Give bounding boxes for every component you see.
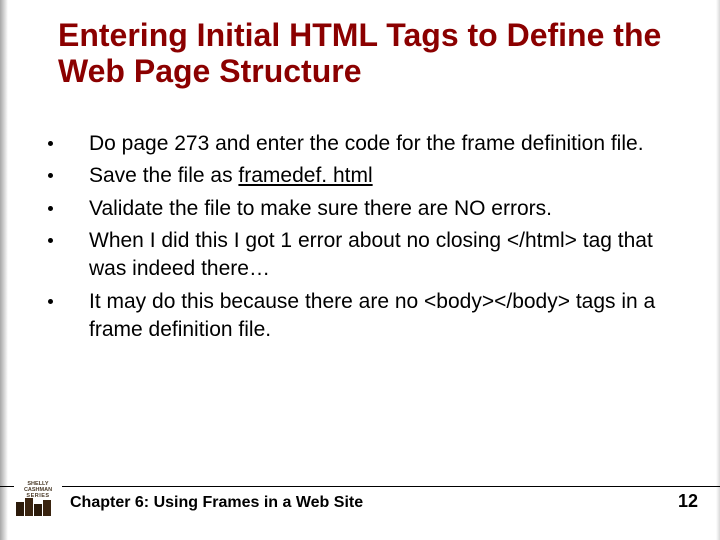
slide-title: Entering Initial HTML Tags to Define the…	[58, 18, 680, 90]
footer: SHELLY CASHMAN SERIES Chapter 6: Using F…	[0, 492, 720, 522]
bullet-icon	[48, 141, 53, 146]
right-shadow	[716, 0, 720, 540]
bullet-pre: Validate the file to make sure there are…	[89, 197, 552, 220]
left-shadow	[0, 0, 8, 540]
series-logo-icon: SHELLY CASHMAN SERIES	[14, 478, 62, 518]
bullet-item: Validate the file to make sure there are…	[48, 195, 680, 223]
bullet-icon	[48, 299, 53, 304]
bullet-pre: Do page 273 and enter the code for the f…	[89, 132, 644, 155]
footer-divider	[0, 486, 720, 487]
bullet-text: When I did this I got 1 error about no c…	[71, 227, 680, 284]
bullet-text: It may do this because there are no <bod…	[71, 288, 680, 345]
bullet-text: Save the file as framedef. html	[71, 162, 680, 190]
page-number: 12	[678, 491, 698, 512]
bullet-item: When I did this I got 1 error about no c…	[48, 227, 680, 284]
bullet-text: Validate the file to make sure there are…	[71, 195, 680, 223]
bullet-icon	[48, 238, 53, 243]
bullet-underline: framedef. html	[238, 164, 372, 187]
logo-line3: SERIES	[26, 493, 49, 499]
slide-body: Do page 273 and enter the code for the f…	[48, 130, 680, 348]
bullet-icon	[48, 173, 53, 178]
bullet-pre: When I did this I got 1 error about no c…	[89, 229, 653, 280]
slide: Entering Initial HTML Tags to Define the…	[0, 0, 720, 540]
bullet-pre: Save the file as	[89, 164, 238, 187]
bullet-text: Do page 273 and enter the code for the f…	[71, 130, 680, 158]
bullet-pre: It may do this because there are no <bod…	[89, 290, 655, 341]
bullet-icon	[48, 206, 53, 211]
bullet-item: Do page 273 and enter the code for the f…	[48, 130, 680, 158]
footer-chapter: Chapter 6: Using Frames in a Web Site	[70, 494, 363, 512]
bullet-item: Save the file as framedef. html	[48, 162, 680, 190]
bullet-item: It may do this because there are no <bod…	[48, 288, 680, 345]
